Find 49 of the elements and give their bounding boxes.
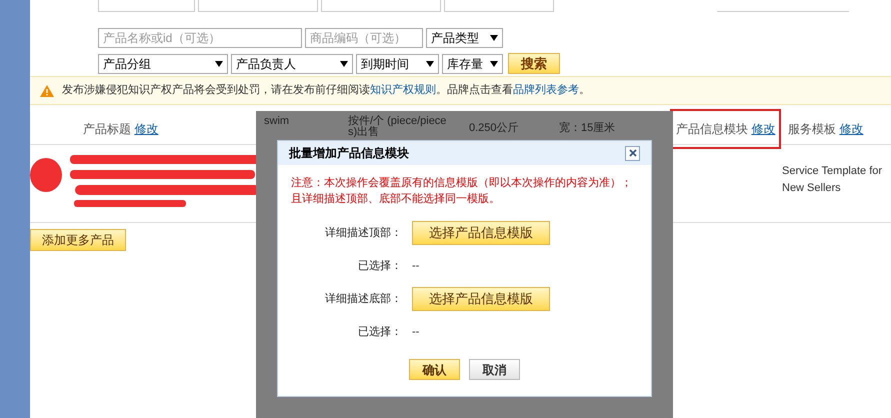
choose-template-button[interactable]: 选择产品信息模版	[412, 287, 550, 311]
column-label: 服务模板	[788, 122, 837, 136]
table-cell-text: 0.250公斤	[469, 121, 519, 136]
close-icon	[628, 149, 636, 157]
edit-link[interactable]: 修改	[839, 122, 864, 136]
edit-link[interactable]: 修改	[751, 122, 776, 136]
caret-icon	[215, 60, 223, 66]
brand-list-link[interactable]: 品牌列表参考	[513, 84, 579, 96]
select-value: 产品负责人	[236, 56, 296, 72]
selected-value: --	[412, 258, 420, 274]
dropdown-select[interactable]: 到期时间	[356, 54, 439, 74]
caret-icon	[490, 35, 498, 41]
select-value: 库存量	[447, 56, 483, 72]
dropdown-select[interactable]: 产品负责人	[231, 54, 353, 74]
dropdown-select[interactable]: 产品类型	[426, 28, 503, 48]
service-template-text: Service Template for New Sellers	[782, 164, 884, 196]
caret-icon	[490, 60, 498, 66]
table-cell: s)出售	[348, 126, 380, 139]
column-label: 产品信息模块	[676, 122, 749, 136]
column-label: 产品标题	[83, 122, 132, 136]
choose-template-button[interactable]: 选择产品信息模版	[412, 221, 550, 245]
select-value: 到期时间	[361, 56, 409, 72]
dropdown-select[interactable]: 产品分组	[98, 54, 228, 74]
search-button[interactable]: 搜索	[508, 53, 560, 74]
input-field[interactable]: 商品编码（可选）	[305, 28, 423, 48]
field-label: 已选择：	[357, 324, 402, 340]
dropdown-select[interactable]: 库存量	[442, 54, 503, 74]
field-label: 已选择：	[357, 258, 402, 274]
dialog-title: 批量增加产品信息模块	[289, 145, 409, 162]
field-label: 详细描述顶部：	[324, 226, 402, 241]
add-products-button[interactable]: 添加更多产品	[30, 229, 126, 251]
caret-icon	[340, 60, 348, 66]
field-label: 详细描述底部：	[324, 292, 402, 307]
table-cell-text: 宽：15厘米	[559, 120, 616, 136]
table-cell-text: 按件/个 (piece/piece	[348, 114, 446, 127]
warning-text: 注意：本次操作会覆盖原有的信息模版（即以本次操作的内容为准）；且详细描述顶部、底部不能选择同一模版。	[291, 176, 633, 207]
select-value: 产品类型	[431, 30, 479, 47]
cancel-button[interactable]: 取消	[469, 359, 520, 380]
warning-icon	[40, 84, 54, 96]
confirm-button[interactable]: 确认	[409, 359, 460, 380]
input-field[interactable]: 产品名称或id（可选）	[98, 28, 302, 48]
rules-link[interactable]: 知识产权规则	[370, 84, 436, 96]
table-cell-text: swim	[264, 114, 290, 129]
close-button[interactable]	[625, 146, 640, 160]
caret-icon	[426, 60, 434, 66]
selected-value: --	[412, 324, 420, 340]
notice-text: 发布涉嫌侵犯知识产权产品将会受到处罚，请在发布前仔细阅读知识产权规则。品牌点击查看品牌列表参考。	[62, 82, 590, 98]
edit-link[interactable]: 修改	[134, 122, 158, 136]
select-value: 产品分组	[103, 56, 151, 72]
